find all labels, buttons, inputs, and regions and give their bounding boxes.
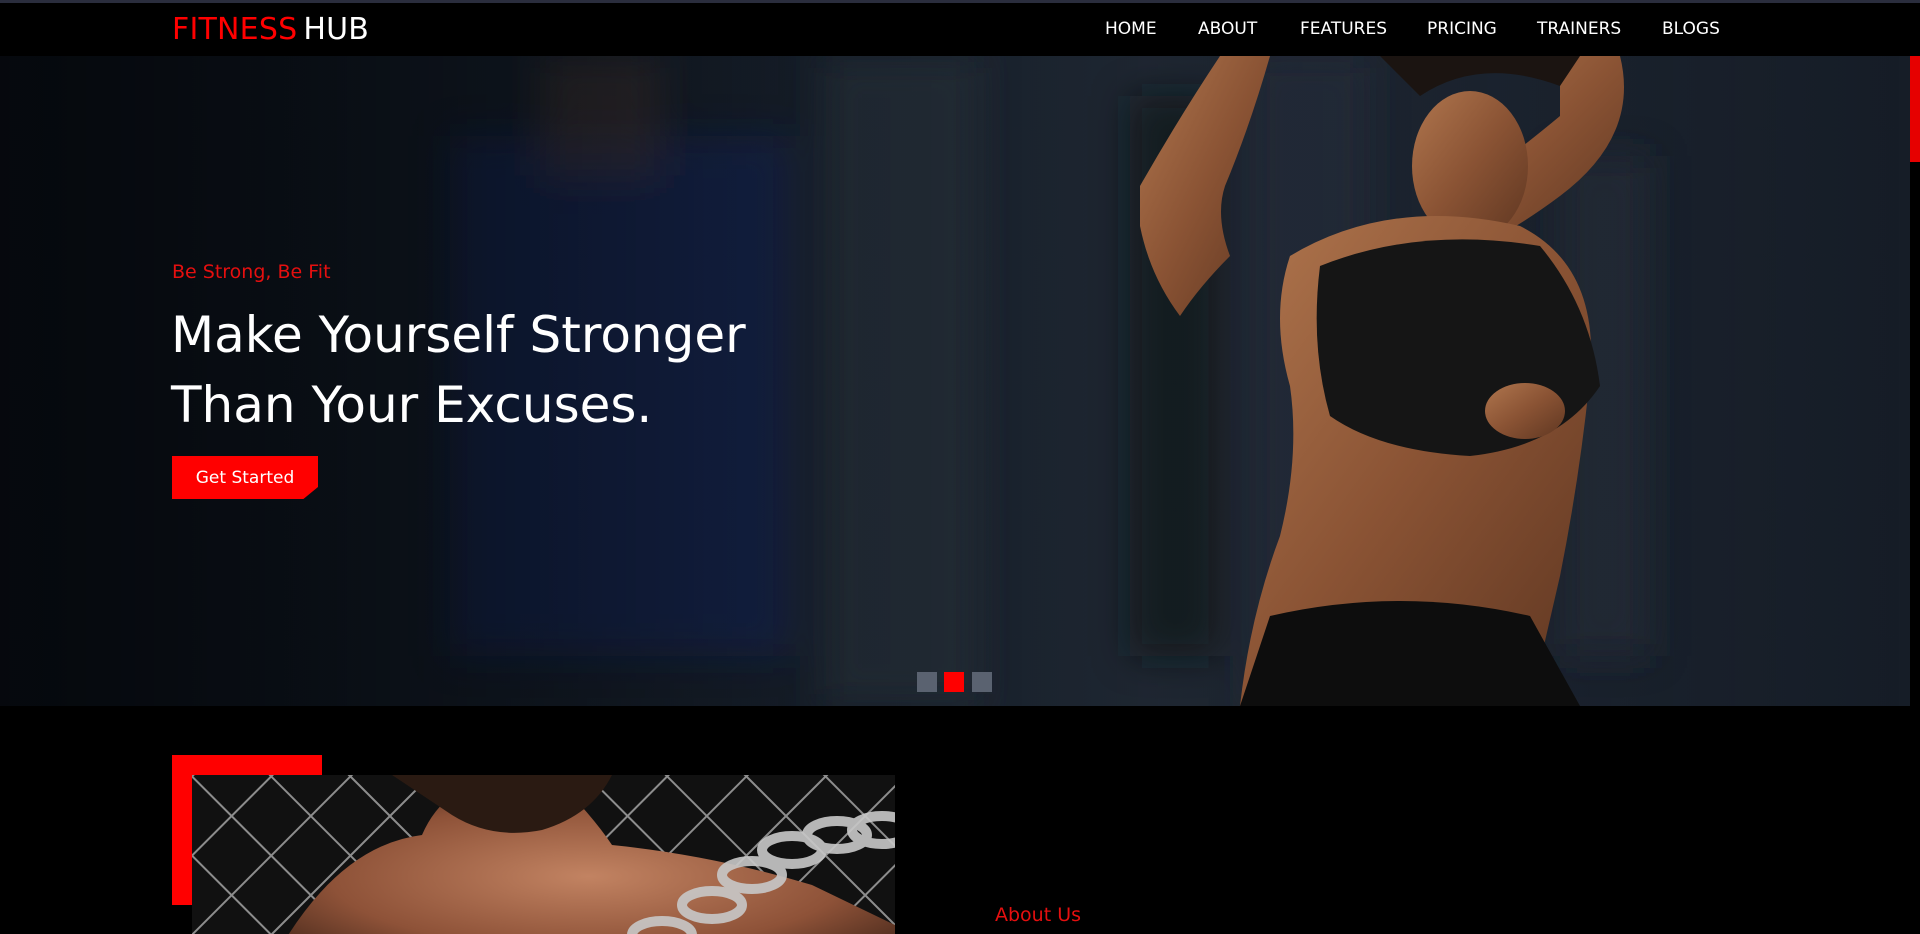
about-image-frame-left [172,755,192,905]
nav-features[interactable]: FEATURES [1300,19,1387,39]
about-image-frame-top [172,755,322,775]
slider-dot-3[interactable] [972,672,992,692]
main-nav: HOME ABOUT FEATURES PRICING TRAINERS BLO… [0,19,1910,43]
about-image [192,775,895,934]
hero-headline-line1: Make Yourself Stronger [171,306,746,364]
hero-headline: Make Yourself Stronger Than Your Excuses… [171,300,891,440]
navbar: FITNESS HUB HOME ABOUT FEATURES PRICING T… [0,3,1910,56]
scrollbar-thumb[interactable] [1910,56,1920,162]
hero-tagline: Be Strong, Be Fit [172,261,331,283]
nav-pricing[interactable]: PRICING [1427,19,1497,39]
slider-dot-1[interactable] [917,672,937,692]
hero-slider: Be Strong, Be Fit Make Yourself Stronger… [0,56,1910,706]
chain-fence-photo [192,775,895,934]
hero-headline-line2: Than Your Excuses. [171,376,653,434]
nav-trainers[interactable]: TRAINERS [1537,19,1621,39]
about-section: About Us [0,706,1910,934]
about-us-label: About Us [995,904,1082,926]
nav-blogs[interactable]: BLOGS [1662,19,1720,39]
get-started-button[interactable]: Get Started [172,456,318,499]
nav-home[interactable]: HOME [1105,19,1157,39]
slider-dot-2[interactable] [944,672,964,692]
nav-about[interactable]: ABOUT [1198,19,1257,39]
